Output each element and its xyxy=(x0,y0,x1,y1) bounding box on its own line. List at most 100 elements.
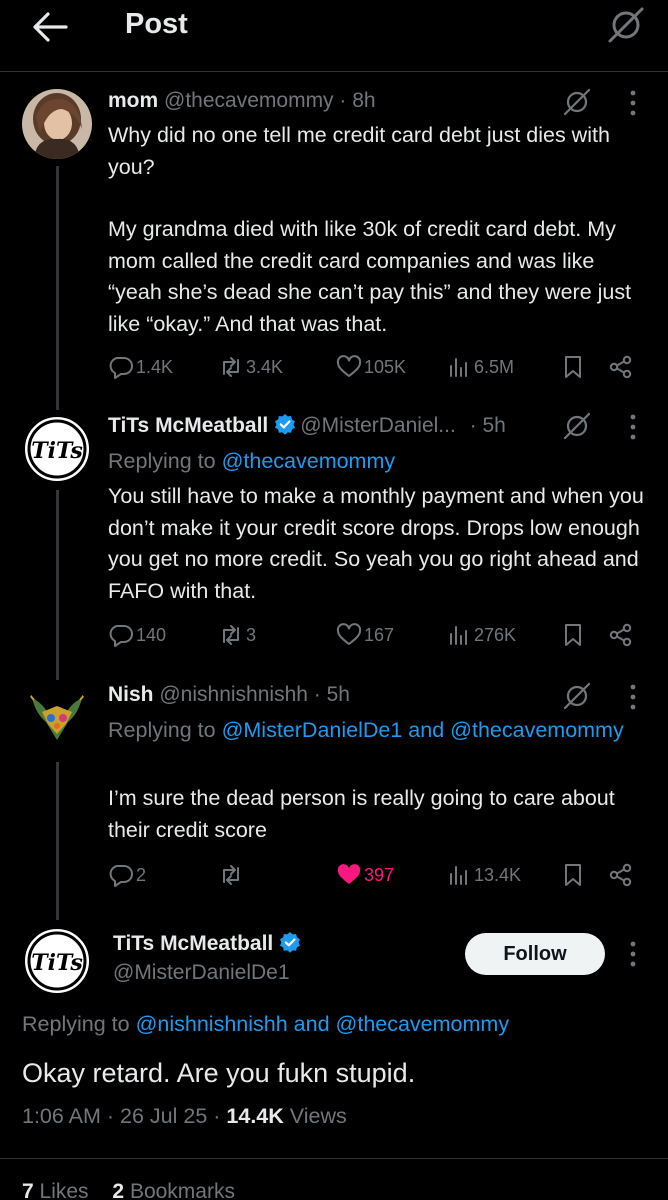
thread-connector xyxy=(56,166,59,410)
views-count: 14.4K xyxy=(226,1104,284,1128)
grok-icon[interactable] xyxy=(562,411,592,441)
user-handle[interactable]: @MisterDaniel... xyxy=(300,414,456,437)
post-time[interactable]: 1:06 AM xyxy=(22,1104,101,1128)
like-count: 105K xyxy=(364,356,407,377)
replying-to: Replying to @nishnishnishh and @thecavem… xyxy=(22,1012,509,1037)
avatar[interactable] xyxy=(22,684,92,754)
share-button[interactable] xyxy=(608,620,636,650)
mention-link[interactable]: @thecavemommy xyxy=(450,718,624,742)
user-handle[interactable]: @nishnishnishh xyxy=(159,683,308,706)
like-icon xyxy=(336,622,362,648)
bookmarks-label: Bookmarks xyxy=(129,1180,235,1200)
view-count: 6.5M xyxy=(474,356,515,377)
post-date[interactable]: 26 Jul 25 xyxy=(120,1104,207,1128)
timestamp[interactable]: · 5h xyxy=(470,414,506,437)
repost-button[interactable] xyxy=(218,860,246,890)
like-button[interactable]: 105K xyxy=(336,352,406,382)
views-button[interactable]: 6.5M xyxy=(446,352,514,382)
user-handle[interactable]: @MisterDanielDe1 xyxy=(113,961,290,984)
tweet-text: You still have to make a monthly payment… xyxy=(108,484,644,603)
replying-and: and xyxy=(408,718,445,742)
share-icon xyxy=(608,862,634,888)
mention-link[interactable]: @MisterDanielDe1 xyxy=(222,718,403,742)
grok-icon[interactable] xyxy=(562,87,592,117)
display-name[interactable]: mom xyxy=(108,89,158,112)
grok-icon[interactable] xyxy=(562,681,592,711)
repost-count: 3.4K xyxy=(246,356,284,377)
like-icon xyxy=(336,862,362,888)
post-text: Okay retard. Are you fukn stupid. xyxy=(22,1058,416,1088)
reply-count: 140 xyxy=(136,624,167,645)
more-icon[interactable] xyxy=(628,412,638,442)
avatar[interactable]: TiTs xyxy=(22,414,92,484)
avatar[interactable]: TiTs xyxy=(22,926,92,996)
views-button[interactable]: 276K xyxy=(446,620,516,650)
repost-button[interactable]: 3 xyxy=(218,620,256,650)
bookmark-icon xyxy=(560,862,586,888)
share-button[interactable] xyxy=(608,860,636,890)
likes-count: 7 xyxy=(22,1180,34,1200)
logo-text: TiTs xyxy=(31,438,82,464)
replying-label: Replying to xyxy=(108,718,216,742)
reply-button[interactable]: 1.4K xyxy=(108,352,173,382)
repost-button[interactable]: 3.4K xyxy=(218,352,283,382)
tweet-actions: 2 397 13.4K xyxy=(108,860,648,890)
top-bar: Post xyxy=(0,0,668,72)
tweet-text: I’m sure the dead person is really going… xyxy=(108,786,615,842)
thread-connector xyxy=(56,762,59,920)
bookmarks-stat[interactable]: 2 Bookmarks xyxy=(112,1180,235,1200)
back-arrow-icon[interactable] xyxy=(30,10,70,44)
reply-button[interactable]: 2 xyxy=(108,860,146,890)
likes-stat[interactable]: 7 Likes xyxy=(22,1180,89,1200)
repost-icon xyxy=(218,622,244,648)
tweet-actions: 140 3 167 276K xyxy=(108,620,648,650)
views-icon xyxy=(446,862,472,888)
author-name-row: TiTs McMeatball xyxy=(113,931,305,956)
repost-icon xyxy=(218,354,244,380)
tweet-paragraph: My grandma died with like 30k of credit … xyxy=(108,217,632,336)
bookmark-button[interactable] xyxy=(560,620,588,650)
user-handle[interactable]: @thecavemommy xyxy=(164,89,334,112)
mention-link[interactable]: @thecavemommy xyxy=(222,449,396,473)
reply-count: 1.4K xyxy=(136,356,174,377)
repost-count: 3 xyxy=(246,624,257,645)
share-button[interactable] xyxy=(608,352,636,382)
reply-icon xyxy=(108,622,134,648)
like-button[interactable]: 167 xyxy=(336,620,394,650)
bookmark-button[interactable] xyxy=(560,352,588,382)
more-icon[interactable] xyxy=(628,682,638,712)
views-button[interactable]: 13.4K xyxy=(446,860,521,890)
thread-connector xyxy=(56,490,59,680)
grok-icon[interactable] xyxy=(606,5,646,45)
tweet-actions: 1.4K 3.4K 105K 6.5M xyxy=(108,352,648,382)
repost-icon xyxy=(218,862,244,888)
timestamp[interactable]: · 8h xyxy=(339,89,375,112)
post-stats: 7 Likes 2 Bookmarks xyxy=(22,1180,235,1200)
more-icon[interactable] xyxy=(628,88,638,118)
views-label: Views xyxy=(289,1104,347,1128)
reply-icon xyxy=(108,862,134,888)
display-name[interactable]: TiTs McMeatball xyxy=(108,414,268,437)
mention-link[interactable]: @thecavemommy xyxy=(336,1012,510,1036)
author-handle-row: @MisterDanielDe1 xyxy=(113,961,290,985)
reply-count: 2 xyxy=(136,864,147,885)
bookmarks-count: 2 xyxy=(112,1180,125,1200)
avatar[interactable] xyxy=(22,89,92,159)
views-icon xyxy=(446,622,472,648)
reply-button[interactable]: 140 xyxy=(108,620,166,650)
bookmark-icon xyxy=(560,622,586,648)
bookmark-button[interactable] xyxy=(560,860,588,890)
display-name[interactable]: TiTs McMeatball xyxy=(113,932,273,955)
like-button[interactable]: 397 xyxy=(336,860,394,890)
display-name[interactable]: Nish xyxy=(108,683,154,706)
like-count: 167 xyxy=(364,624,395,645)
tweet-header: TiTs McMeatball @MisterDaniel... · 5h xyxy=(108,413,506,438)
replying-to: Replying to @MisterDanielDe1 and @thecav… xyxy=(108,715,648,746)
verified-icon xyxy=(279,931,301,953)
mention-link[interactable]: @nishnishnishh xyxy=(136,1012,288,1036)
more-icon[interactable] xyxy=(628,939,638,969)
view-count: 276K xyxy=(474,624,517,645)
timestamp[interactable]: · 5h xyxy=(314,683,350,706)
follow-button[interactable]: Follow xyxy=(465,933,605,975)
page-title: Post xyxy=(125,8,188,40)
